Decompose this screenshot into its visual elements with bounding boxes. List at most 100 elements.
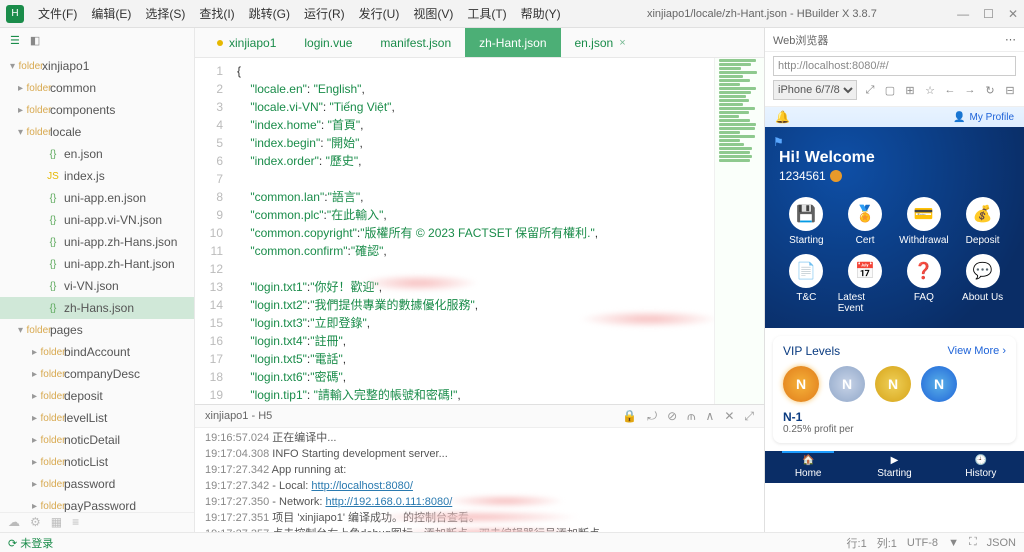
tree-item[interactable]: {}uni-app.zh-Hans.json <box>0 231 194 253</box>
tree-item[interactable]: ▸folderbindAccount <box>0 341 194 363</box>
url-input[interactable] <box>773 56 1016 76</box>
tree-item[interactable]: ▸folderlevelList <box>0 407 194 429</box>
tree-item[interactable]: {}uni-app.en.json <box>0 187 194 209</box>
browser-tool-icon[interactable]: ⊞ <box>903 84 917 97</box>
tree-item[interactable]: ▾folderpages <box>0 319 194 341</box>
list-icon[interactable]: ≡ <box>72 515 79 530</box>
menu-item[interactable]: 帮助(Y) <box>515 1 567 26</box>
tree-item[interactable]: {}uni-app.zh-Hant.json <box>0 253 194 275</box>
device-select[interactable]: iPhone 6/7/8 <box>773 80 857 100</box>
console-output[interactable]: 19:16:57.024 正在编译中...19:17:04.308 INFO S… <box>195 428 764 532</box>
console-collapse-icon[interactable]: ∧ <box>706 409 715 424</box>
tree-item[interactable]: ▸folderdeposit <box>0 385 194 407</box>
tab-close-icon[interactable]: × <box>619 37 625 49</box>
tree-item[interactable]: JSindex.js <box>0 165 194 187</box>
tree-item[interactable]: ▾folderxinjiapo1 <box>0 55 194 77</box>
menu-item[interactable]: 发行(U) <box>353 1 406 26</box>
tree-item[interactable]: {}zh-Hans.json <box>0 297 194 319</box>
menu-item[interactable]: 跳转(G) <box>243 1 296 26</box>
login-status[interactable]: 未登录 <box>20 538 53 550</box>
editor-tab[interactable]: xinjiapo1 <box>203 28 290 57</box>
dashboard-item[interactable]: 💾Starting <box>779 197 834 246</box>
gear-icon[interactable]: ⚙ <box>30 515 41 530</box>
browser-tool-icon[interactable]: → <box>963 84 977 97</box>
file-icon: {} <box>46 257 60 271</box>
tree-item[interactable]: ▾folderlocale <box>0 121 194 143</box>
editor-tab[interactable]: zh-Hant.json <box>465 28 560 57</box>
console-lock-icon[interactable]: 🔒 <box>622 409 637 424</box>
tree-item[interactable]: ▸foldernoticDetail <box>0 429 194 451</box>
nav-item[interactable]: 🕘History <box>938 451 1024 483</box>
browser-tool-icon[interactable]: ⤢ <box>863 84 877 97</box>
vip-badge-3[interactable]: N <box>875 366 911 402</box>
close-icon[interactable]: ✕ <box>1008 7 1018 21</box>
console-close-icon[interactable]: ✕ <box>724 409 734 424</box>
vip-badge-1[interactable]: N <box>783 366 819 402</box>
vip-badge-4[interactable]: N <box>921 366 957 402</box>
browser-tool-icon[interactable]: ⊟ <box>1003 84 1017 97</box>
nav-item[interactable]: 🏠Home <box>765 451 851 483</box>
grid-icon[interactable]: ▦ <box>51 515 62 530</box>
sync-icon[interactable]: ⟳ <box>8 538 17 550</box>
statusbar-item[interactable]: ▼ <box>948 537 959 549</box>
browser-panel-more-icon[interactable]: ⋯ <box>1005 33 1016 46</box>
nav-item[interactable]: ▶Starting <box>851 451 937 483</box>
tree-item[interactable]: {}vi-VN.json <box>0 275 194 297</box>
profile-link[interactable]: 👤 My Profile <box>953 112 1014 123</box>
menu-item[interactable]: 文件(F) <box>32 1 83 26</box>
vip-more-link[interactable]: View More › <box>948 345 1006 357</box>
tree-item[interactable]: ▸folderpassword <box>0 473 194 495</box>
code-area[interactable]: { "locale.en": "English", "locale.vi-VN"… <box>229 58 714 404</box>
statusbar-item[interactable]: 列:1 <box>877 535 897 551</box>
dashboard-item[interactable]: 📅Latest Event <box>838 254 893 314</box>
console-link[interactable]: http://localhost:8080/ <box>311 480 413 492</box>
sidebar-tab-project[interactable]: ☰ <box>10 34 20 47</box>
editor-tab[interactable]: en.json× <box>561 28 640 57</box>
dashboard-item[interactable]: 💰Deposit <box>955 197 1010 246</box>
tree-item[interactable]: ▸foldercommon <box>0 77 194 99</box>
statusbar-item[interactable]: 行:1 <box>847 535 867 551</box>
console-maximize-icon[interactable]: ⤢ <box>744 409 754 424</box>
browser-tool-icon[interactable]: ↻ <box>983 84 997 97</box>
console-split-icon[interactable]: ⫙ <box>687 409 695 424</box>
minimize-icon[interactable]: — <box>957 7 969 21</box>
console-line: 19:16:57.024 正在编译中... <box>205 430 754 446</box>
menu-item[interactable]: 运行(R) <box>298 1 351 26</box>
dashboard-item[interactable]: ❓FAQ <box>897 254 952 314</box>
bell-icon[interactable]: 🔔 <box>775 110 789 124</box>
browser-tool-icon[interactable]: ☆ <box>923 84 937 97</box>
tree-item[interactable]: ▸foldernoticList <box>0 451 194 473</box>
tree-item[interactable]: ▸foldercompanyDesc <box>0 363 194 385</box>
console-wrap-icon[interactable]: ⤾ <box>647 409 657 424</box>
tree-item[interactable]: {}uni-app.vi-VN.json <box>0 209 194 231</box>
dashboard-item[interactable]: 🏅Cert <box>838 197 893 246</box>
menu-item[interactable]: 视图(V) <box>407 1 459 26</box>
vip-card[interactable]: VIP Levels View More › N N N N N-1 0.25%… <box>773 336 1016 443</box>
tree-item[interactable]: ▸foldercomponents <box>0 99 194 121</box>
maximize-icon[interactable]: ☐ <box>983 7 994 21</box>
console-clear-icon[interactable]: ⊘ <box>667 409 677 424</box>
editor-tab[interactable]: login.vue <box>290 28 366 57</box>
console-link[interactable]: http://192.168.0.111:8080/ <box>325 496 452 508</box>
editor-tab[interactable]: manifest.json <box>366 28 465 57</box>
flag-icon[interactable]: ⚑ <box>773 135 787 149</box>
code-editor[interactable]: 1234567891011121314151617181920212223242… <box>195 58 764 404</box>
minimap[interactable] <box>714 58 764 404</box>
menu-item[interactable]: 编辑(E) <box>85 1 137 26</box>
sidebar-tab-other[interactable]: ◧ <box>30 34 40 47</box>
statusbar-item[interactable]: JSON <box>987 537 1016 549</box>
menu-item[interactable]: 工具(T) <box>461 1 512 26</box>
tree-item[interactable]: ▸folderpayPassword <box>0 495 194 512</box>
dashboard-item[interactable]: 📄T&C <box>779 254 834 314</box>
tree-item[interactable]: {}en.json <box>0 143 194 165</box>
browser-tool-icon[interactable]: ← <box>943 84 957 97</box>
menu-item[interactable]: 查找(I) <box>193 1 240 26</box>
vip-badge-2[interactable]: N <box>829 366 865 402</box>
browser-tool-icon[interactable]: ▢ <box>883 84 897 97</box>
statusbar-item[interactable]: UTF-8 <box>907 537 938 549</box>
dashboard-item[interactable]: 💳Withdrawal <box>897 197 952 246</box>
dashboard-item[interactable]: 💬About Us <box>955 254 1010 314</box>
menu-item[interactable]: 选择(S) <box>139 1 191 26</box>
statusbar-item[interactable]: ⛶ <box>969 536 977 549</box>
cloud-icon[interactable]: ☁ <box>8 515 20 530</box>
